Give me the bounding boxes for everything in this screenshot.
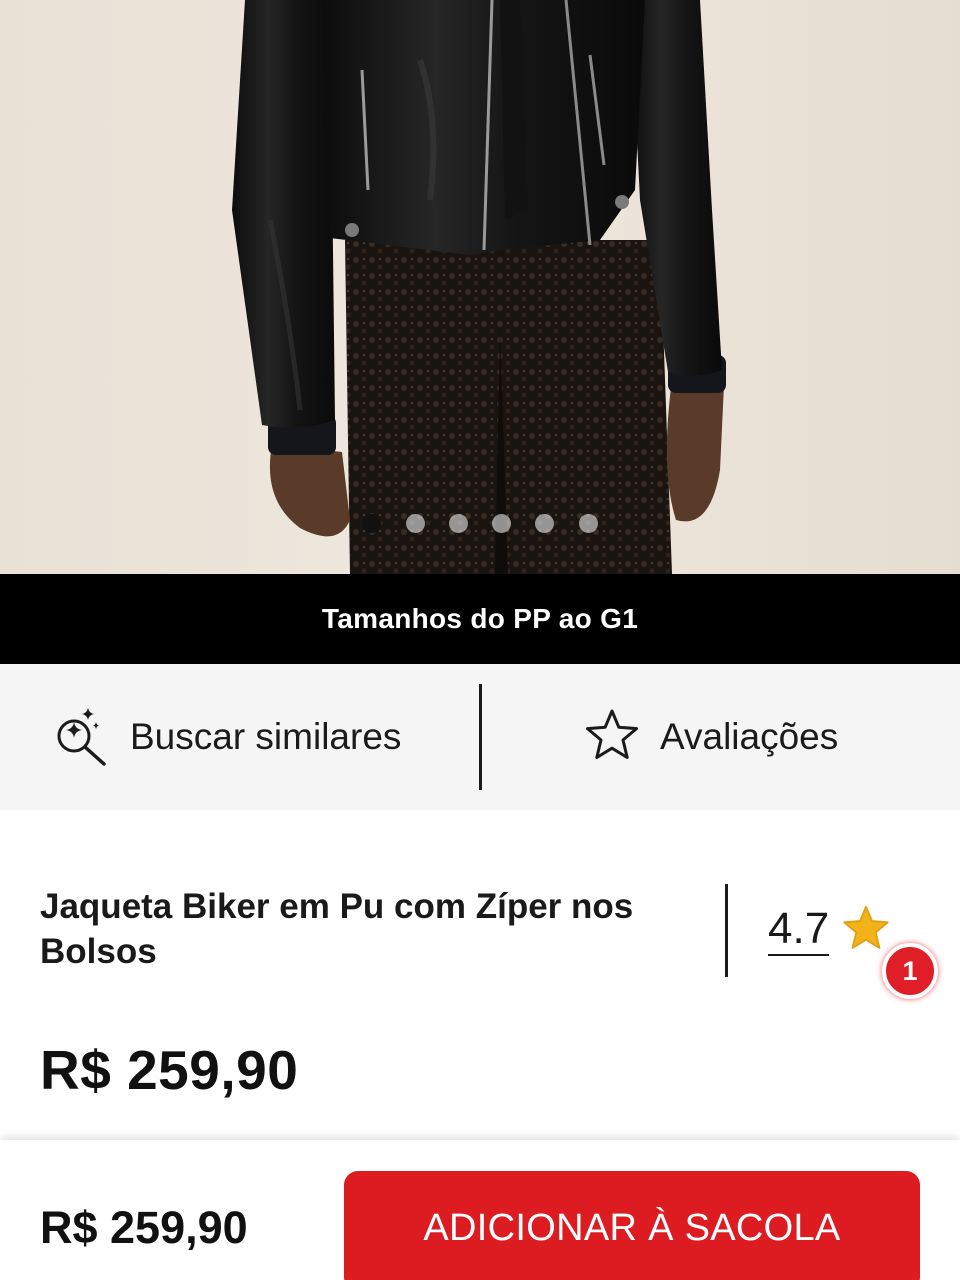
carousel-dot-4[interactable] — [492, 514, 511, 533]
product-actions: Buscar similares Avaliações — [0, 664, 960, 810]
reviews-button[interactable]: Avaliações — [584, 664, 944, 810]
carousel-dot-3[interactable] — [449, 514, 468, 533]
product-photo — [0, 0, 960, 574]
carousel-dot-2[interactable] — [406, 514, 425, 533]
product-rating[interactable]: 4.7 — [768, 904, 891, 957]
bottom-price: R$ 259,90 — [40, 1202, 248, 1253]
star-filled-icon — [841, 904, 891, 957]
carousel-dot-1[interactable] — [362, 514, 381, 533]
search-similar-button[interactable]: Buscar similares — [52, 664, 472, 810]
product-image-carousel[interactable] — [0, 0, 960, 574]
rating-value[interactable]: 4.7 — [768, 905, 830, 956]
sparkle-search-icon — [52, 704, 110, 771]
search-similar-label: Buscar similares — [130, 716, 402, 757]
carousel-dot-6[interactable] — [579, 514, 598, 533]
notification-badge[interactable]: 1 — [882, 943, 938, 999]
product-price: R$ 259,90 — [40, 1039, 299, 1101]
star-outline-icon — [584, 708, 640, 767]
carousel-indicator — [0, 514, 960, 536]
add-to-bag-button[interactable]: ADICIONAR À SACOLA — [344, 1171, 920, 1280]
sizes-banner: Tamanhos do PP ao G1 — [0, 574, 960, 664]
bottom-purchase-bar: R$ 259,90 ADICIONAR À SACOLA — [0, 1140, 960, 1280]
product-title: Jaqueta Biker em Pu com Zíper nos Bolsos — [40, 887, 634, 971]
reviews-label: Avaliações — [660, 716, 839, 757]
carousel-dot-5[interactable] — [535, 514, 554, 533]
rating-divider — [725, 884, 728, 977]
actions-divider — [479, 684, 482, 790]
